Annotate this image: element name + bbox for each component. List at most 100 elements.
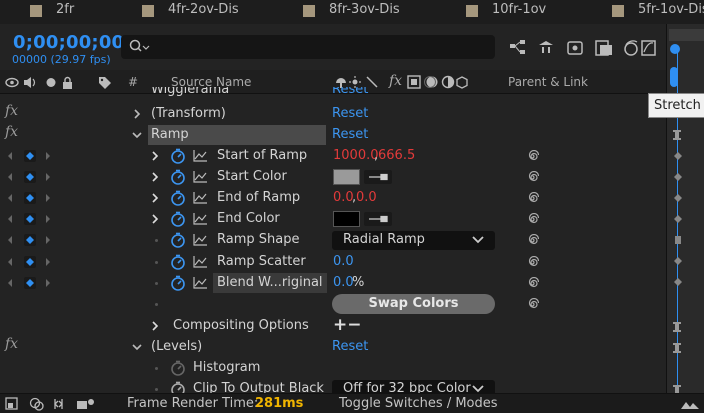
add-remove-mask-buttons[interactable]: +− [333, 315, 362, 335]
search-input[interactable] [121, 35, 495, 59]
chevron-right-icon[interactable] [150, 193, 160, 203]
graph-editor-icon[interactable] [641, 40, 656, 56]
keyframe-navigator[interactable] [6, 149, 56, 163]
end-of-ramp-y[interactable]: 0.0 [356, 190, 377, 205]
pick-whip-icon[interactable] [526, 192, 539, 205]
effect-name[interactable]: (Transform) [151, 106, 226, 121]
zoom-out-mountains-icon[interactable] [680, 397, 700, 411]
fx-toggle-icon[interactable]: fx [5, 124, 18, 140]
stopwatch-icon[interactable] [170, 211, 186, 227]
chevron-right-icon[interactable] [150, 151, 160, 161]
blend-value[interactable]: 0.0 [333, 275, 354, 290]
reset-button[interactable]: Reset [332, 339, 368, 354]
property-name: Start Color [217, 169, 287, 184]
frame-blending-icon[interactable] [595, 40, 612, 56]
property-name: Clip To Output Black [193, 381, 324, 393]
eyedropper-icon[interactable] [364, 212, 392, 226]
chevron-down-icon[interactable] [132, 342, 142, 352]
property-row-swap-colors: Swap Colors [0, 294, 666, 315]
end-color-swatch[interactable] [333, 211, 360, 227]
graph-icon[interactable] [193, 213, 207, 225]
graph-icon[interactable] [193, 277, 207, 289]
stopwatch-icon[interactable] [170, 190, 186, 206]
keyframe-navigator[interactable] [6, 191, 56, 205]
fx-toggle-icon[interactable]: fx [5, 336, 18, 352]
chevron-right-icon[interactable] [132, 109, 142, 119]
label-color-swatch [30, 5, 42, 17]
end-of-ramp-x[interactable]: 0.0 [333, 190, 354, 205]
stopwatch-icon[interactable] [170, 148, 186, 164]
pick-whip-icon[interactable] [526, 256, 539, 269]
chevron-right-icon[interactable] [150, 214, 160, 224]
render-time-pane-icon[interactable] [77, 399, 94, 409]
stopwatch-icon[interactable] [170, 232, 186, 248]
solo-icon[interactable] [46, 78, 56, 87]
start-color-swatch[interactable] [333, 169, 360, 185]
dropdown-value: Off for 32 bpc Color [343, 381, 471, 393]
keyframe-navigator[interactable] [6, 255, 56, 269]
property-row-end-color: End Color [0, 209, 666, 230]
eyedropper-icon[interactable] [364, 170, 392, 184]
transfer-controls-pane-icon[interactable] [29, 397, 44, 411]
toggle-switches-modes-button[interactable]: Toggle Switches / Modes [339, 396, 498, 411]
pick-whip-icon[interactable] [526, 277, 539, 290]
draft-3d-icon[interactable] [539, 41, 553, 53]
stopwatch-icon[interactable] [170, 169, 186, 185]
pick-whip-icon[interactable] [526, 234, 539, 247]
motion-blur-icon[interactable] [624, 40, 638, 56]
hide-shy-layers-icon[interactable] [567, 41, 583, 55]
pick-whip-icon[interactable] [526, 171, 539, 184]
tab-label: 4fr-2ov-Dis [168, 2, 239, 17]
chevron-down-icon[interactable] [132, 130, 142, 140]
graph-icon[interactable] [193, 256, 207, 268]
stopwatch-icon[interactable] [170, 275, 186, 291]
time-navigator-bar[interactable] [669, 29, 704, 41]
chevron-down-icon [472, 236, 484, 244]
keyframe-navigator[interactable] [6, 170, 56, 184]
in-out-duration-pane-icon[interactable] [54, 399, 63, 409]
graph-icon[interactable] [193, 171, 207, 183]
video-eye-icon[interactable] [5, 77, 19, 88]
property-row-start-of-ramp: Start of Ramp 1000.0 , 666.5 [0, 146, 666, 167]
keyframe-navigator[interactable] [6, 276, 56, 290]
pick-whip-icon[interactable] [526, 150, 539, 163]
chevron-right-icon[interactable] [150, 321, 160, 331]
motion-blur-switch-icon[interactable] [424, 76, 438, 88]
keyframe-navigator[interactable] [6, 233, 56, 247]
graph-icon[interactable] [193, 150, 207, 162]
clip-to-output-black-dropdown[interactable]: Off for 32 bpc Color [332, 380, 495, 393]
graph-icon[interactable] [193, 234, 207, 246]
pick-whip-icon[interactable] [526, 298, 539, 311]
quality-icon[interactable] [366, 76, 378, 88]
reset-button[interactable]: Reset [332, 127, 368, 142]
layer-switches-pane-icon[interactable] [5, 397, 18, 410]
reset-button[interactable]: Reset [332, 106, 368, 121]
stopwatch-icon[interactable] [170, 381, 186, 393]
swap-colors-button[interactable]: Swap Colors [332, 294, 495, 314]
keyframe-navigator[interactable] [6, 212, 56, 226]
stopwatch-icon[interactable] [170, 254, 186, 270]
composition-mini-flowchart-icon[interactable] [510, 40, 525, 54]
chevron-right-icon[interactable] [150, 172, 160, 182]
effect-row-levels: fx (Levels) Reset [0, 336, 666, 358]
tree-dot [155, 303, 158, 306]
composition-tab-bar: 2fr 4fr-2ov-Dis 8fr-3ov-Dis 10fr-1ov 5fr… [0, 0, 704, 24]
current-time-display[interactable]: 0;00;00;00 [13, 32, 124, 53]
ramp-scatter-value[interactable]: 0.0 [333, 254, 354, 269]
effect-name[interactable]: Wigglerama [151, 87, 229, 97]
reset-button[interactable]: Reset [332, 87, 368, 97]
effect-name[interactable]: Ramp [151, 127, 189, 142]
blend-unit: % [352, 275, 365, 290]
work-area-start-handle[interactable] [670, 44, 680, 54]
start-of-ramp-y[interactable]: 666.5 [378, 148, 415, 163]
timeline-panel[interactable] [666, 24, 704, 393]
graph-icon[interactable] [193, 192, 207, 204]
start-of-ramp-x[interactable]: 1000.0 [333, 148, 379, 163]
effect-name[interactable]: (Levels) [151, 339, 202, 354]
adjustment-layer-icon[interactable] [441, 75, 455, 89]
fx-toggle-icon[interactable]: fx [5, 103, 18, 119]
pick-whip-icon[interactable] [526, 213, 539, 226]
ramp-shape-dropdown[interactable]: Radial Ramp [332, 231, 495, 250]
effect-row-wigglerama: Wigglerama Reset [0, 87, 666, 102]
tab-label: 2fr [56, 2, 75, 17]
